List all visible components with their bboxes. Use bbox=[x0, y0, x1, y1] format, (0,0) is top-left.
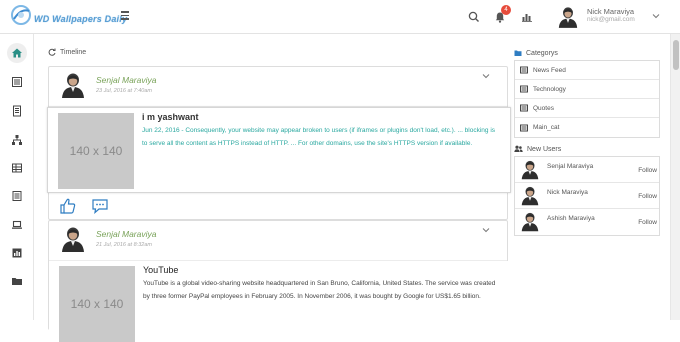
top-bar: WD Wallpapers Daily 4 Nick Maraviya nick… bbox=[0, 0, 680, 34]
search-icon[interactable] bbox=[467, 10, 481, 24]
timeline-header: Timeline bbox=[48, 48, 86, 56]
post-author[interactable]: Senjal Maraviya bbox=[96, 229, 156, 239]
categories-list: News Feed Technology Quotes Main_cat bbox=[514, 60, 660, 138]
timeline-label: Timeline bbox=[60, 48, 87, 56]
post-card[interactable]: 140 x 140 YouTube YouTube is a global vi… bbox=[49, 261, 509, 342]
post-header: Senjal Maraviya 23 Jul, 2016 at 7:40am bbox=[49, 67, 507, 107]
notification-badge: 4 bbox=[501, 5, 511, 15]
follow-button[interactable]: Follow bbox=[638, 193, 657, 200]
sitemap-icon bbox=[12, 135, 22, 145]
category-label: News Feed bbox=[533, 66, 566, 74]
document-icon bbox=[13, 105, 21, 117]
laptop-icon bbox=[12, 220, 22, 229]
post-header: Senjal Maraviya 21 Jul, 2016 at 8:32am bbox=[49, 221, 507, 261]
user-row[interactable]: Senjal Maraviya Follow bbox=[515, 157, 659, 183]
table-icon bbox=[12, 163, 22, 173]
follow-button[interactable]: Follow bbox=[638, 219, 657, 226]
category-item[interactable]: Quotes bbox=[515, 99, 659, 118]
home-icon bbox=[12, 48, 22, 58]
folder-icon bbox=[514, 50, 522, 56]
newspaper-icon bbox=[12, 77, 22, 87]
sidebar-item-news[interactable] bbox=[7, 72, 27, 92]
category-item[interactable]: Main_cat bbox=[515, 118, 659, 137]
post-date: 23 Jul, 2016 at 7:40am bbox=[96, 88, 152, 94]
scrollbar-thumb[interactable] bbox=[673, 40, 679, 70]
post-thumbnail: 140 x 140 bbox=[59, 266, 135, 342]
avatar[interactable] bbox=[521, 185, 539, 206]
post-author-avatar[interactable] bbox=[61, 72, 85, 98]
user-row-name[interactable]: Senjal Maraviya bbox=[547, 163, 593, 170]
post-card[interactable]: 140 x 140 i m yashwant Jun 22, 2016 - Co… bbox=[47, 107, 511, 193]
user-row[interactable]: Nick Maraviya Follow bbox=[515, 183, 659, 209]
category-label: Technology bbox=[533, 85, 566, 93]
sidebar-item-charts[interactable] bbox=[7, 243, 27, 263]
sidebar-item-documents[interactable] bbox=[7, 101, 27, 121]
post-title[interactable]: i m yashwant bbox=[142, 112, 199, 122]
main-content: Timeline Senjal Maraviya 23 Jul, 2016 at… bbox=[34, 34, 668, 342]
categories-label: Categorys bbox=[526, 49, 558, 57]
chart-icon bbox=[12, 248, 22, 258]
post-title[interactable]: YouTube bbox=[143, 265, 178, 275]
new-users-widget: New Users Senjal Maraviya Follow Nick Ma… bbox=[514, 142, 660, 236]
sidebar-item-devices[interactable] bbox=[7, 215, 27, 235]
newspaper-icon bbox=[520, 124, 528, 131]
logo-mark-icon bbox=[11, 5, 31, 25]
user-row-name[interactable]: Ashish Maraviya bbox=[547, 215, 595, 222]
newspaper-icon bbox=[520, 66, 528, 74]
user-name[interactable]: Nick Maraviya bbox=[587, 7, 634, 16]
chevron-down-icon[interactable] bbox=[482, 227, 490, 233]
logo-text: WD Wallpapers Daily bbox=[34, 14, 128, 24]
categories-widget: Categorys News Feed Technology Quotes Ma… bbox=[514, 46, 660, 138]
post-date: 21 Jul, 2016 at 8:32am bbox=[96, 242, 152, 248]
thumbs-up-icon[interactable] bbox=[59, 197, 77, 215]
user-avatar[interactable] bbox=[558, 6, 578, 28]
newspaper-icon bbox=[520, 85, 528, 93]
new-users-label: New Users bbox=[527, 145, 562, 153]
category-item[interactable]: News Feed bbox=[515, 61, 659, 80]
category-item[interactable]: Technology bbox=[515, 80, 659, 99]
bar-chart-icon[interactable] bbox=[520, 10, 534, 24]
post-author-avatar[interactable] bbox=[61, 226, 85, 252]
list-icon bbox=[12, 191, 22, 201]
sidebar-item-files[interactable] bbox=[7, 271, 27, 291]
post-body: Jun 22, 2016 - Consequently, your websit… bbox=[142, 127, 496, 147]
post-author[interactable]: Senjal Maraviya bbox=[96, 75, 156, 85]
follow-button[interactable]: Follow bbox=[638, 167, 657, 174]
sidebar-item-home[interactable] bbox=[7, 43, 27, 63]
chevron-down-icon[interactable] bbox=[482, 73, 490, 79]
page-scrollbar[interactable] bbox=[670, 34, 680, 320]
newspaper-icon bbox=[520, 104, 528, 112]
category-label: Main_cat bbox=[533, 124, 560, 131]
comment-icon[interactable] bbox=[91, 197, 109, 215]
menu-toggle-icon[interactable] bbox=[121, 11, 129, 20]
logo[interactable]: WD Wallpapers Daily bbox=[10, 4, 127, 30]
post-actions bbox=[59, 197, 119, 215]
timeline-post: Senjal Maraviya 21 Jul, 2016 at 8:32am 1… bbox=[48, 220, 509, 342]
new-users-list: Senjal Maraviya Follow Nick Maraviya Fol… bbox=[514, 156, 660, 236]
folder-icon bbox=[12, 278, 22, 285]
sidebar bbox=[0, 34, 34, 320]
post-thumbnail: 140 x 140 bbox=[58, 113, 134, 189]
timeline-post: Senjal Maraviya 23 Jul, 2016 at 7:40am 1… bbox=[47, 66, 511, 220]
sidebar-item-lists[interactable] bbox=[7, 186, 27, 206]
refresh-icon[interactable] bbox=[48, 48, 56, 56]
category-label: Quotes bbox=[533, 104, 554, 112]
sidebar-item-structure[interactable] bbox=[7, 130, 27, 150]
user-row[interactable]: Ashish Maraviya Follow bbox=[515, 209, 659, 235]
categories-header: Categorys bbox=[514, 46, 660, 60]
user-row-name[interactable]: Nick Maraviya bbox=[547, 189, 588, 196]
users-icon bbox=[514, 145, 523, 152]
new-users-header: New Users bbox=[514, 142, 660, 156]
post-body: YouTube is a global video-sharing websit… bbox=[143, 280, 496, 300]
avatar[interactable] bbox=[521, 159, 539, 180]
avatar[interactable] bbox=[521, 211, 539, 232]
chevron-down-icon[interactable] bbox=[652, 13, 660, 19]
user-email: nick@gmail.com bbox=[587, 16, 635, 23]
sidebar-item-tables[interactable] bbox=[7, 158, 27, 178]
